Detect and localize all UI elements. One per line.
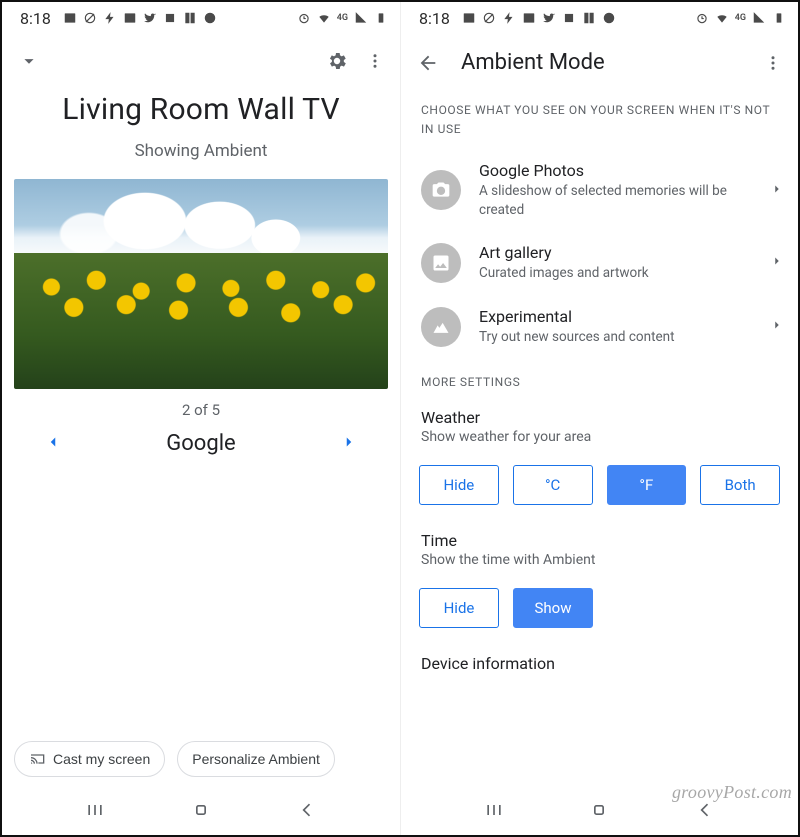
time-opt-show[interactable]: Show — [513, 588, 593, 628]
back-arrow-icon[interactable] — [417, 52, 439, 74]
wifi-icon — [715, 11, 729, 25]
android-nav-bar — [401, 789, 798, 835]
nav-home-button[interactable] — [191, 800, 211, 824]
image-icon — [63, 11, 77, 25]
mountain-icon — [421, 307, 461, 347]
signal-icon — [752, 11, 766, 25]
cast-icon — [29, 751, 45, 767]
weather-opt-both[interactable]: Both — [700, 465, 780, 505]
nav-recents-button[interactable] — [85, 800, 105, 824]
status-left-icons — [462, 11, 616, 25]
section-caption-choose: CHOOSE WHAT YOU SEE ON YOUR SCREEN WHEN … — [401, 87, 798, 149]
status-time: 8:18 — [20, 9, 51, 28]
app-bar — [2, 30, 400, 82]
collapse-chevron-icon[interactable] — [18, 50, 40, 72]
image-icon — [462, 11, 476, 25]
personalize-button-label: Personalize Ambient — [192, 751, 320, 767]
pager-next-button[interactable] — [340, 433, 358, 455]
time-subtitle: Show the time with Ambient — [421, 552, 778, 568]
device-information-heading[interactable]: Device information — [401, 638, 798, 677]
title-bar: Ambient Mode — [401, 30, 798, 87]
option-subtitle: A slideshow of selected memories will be… — [479, 182, 752, 218]
status-right-icons: 4G — [297, 11, 388, 25]
image-icon — [421, 243, 461, 283]
bolt-icon — [502, 11, 516, 25]
status-right-icons: 4G — [695, 11, 786, 25]
weather-setting: Weather Show weather for your area — [401, 402, 798, 453]
sync-off-icon — [83, 11, 97, 25]
option-title: Experimental — [479, 307, 752, 326]
nav-recents-button[interactable] — [484, 800, 504, 824]
device-subtitle: Showing Ambient — [2, 131, 400, 179]
screen-ambient-mode-settings: 8:18 4G — [400, 2, 798, 835]
chevron-right-icon — [770, 181, 784, 200]
option-subtitle: Try out new sources and content — [479, 328, 752, 346]
twitter-icon — [143, 11, 157, 25]
time-segmented-control: Hide Show — [401, 576, 611, 638]
status-time: 8:18 — [419, 9, 450, 28]
twitter-icon — [542, 11, 556, 25]
weather-opt-celsius[interactable]: °C — [513, 465, 593, 505]
4g-icon: 4G — [337, 13, 348, 23]
battery-icon — [374, 11, 388, 25]
pager-row: Google — [2, 425, 400, 462]
wifi-icon — [317, 11, 331, 25]
overflow-menu-icon[interactable] — [366, 52, 384, 70]
device-title: Living Room Wall TV — [2, 82, 400, 131]
section-caption-more: MORE SETTINGS — [401, 359, 798, 402]
android-nav-bar — [2, 789, 400, 835]
signal-icon — [354, 11, 368, 25]
option-title: Google Photos — [479, 161, 752, 180]
cast-screen-button[interactable]: Cast my screen — [14, 741, 165, 777]
weather-subtitle: Show weather for your area — [421, 429, 778, 445]
option-google-photos[interactable]: Google Photos A slideshow of selected me… — [401, 149, 798, 230]
weather-opt-hide[interactable]: Hide — [419, 465, 499, 505]
bolt-icon — [103, 11, 117, 25]
pager-prev-button[interactable] — [44, 433, 62, 455]
time-opt-hide[interactable]: Hide — [419, 588, 499, 628]
chevron-right-icon — [770, 317, 784, 336]
picture-icon — [522, 11, 536, 25]
weather-opt-fahrenheit[interactable]: °F — [607, 465, 687, 505]
time-title: Time — [421, 531, 778, 550]
weather-title: Weather — [421, 408, 778, 427]
dropbox-icon — [163, 11, 177, 25]
screen-device-control: 8:18 4G — [2, 2, 400, 835]
option-title: Art gallery — [479, 243, 752, 262]
book-icon — [183, 11, 197, 25]
book-icon — [582, 11, 596, 25]
chevron-right-icon — [770, 253, 784, 272]
pager-label: Google — [166, 431, 235, 456]
status-bar: 8:18 4G — [2, 2, 400, 30]
option-art-gallery[interactable]: Art gallery Curated images and artwork — [401, 231, 798, 295]
nav-back-button[interactable] — [297, 800, 317, 824]
battery-icon — [772, 11, 786, 25]
status-bar: 8:18 4G — [401, 2, 798, 30]
camera-icon — [421, 170, 461, 210]
alarm-icon — [297, 11, 311, 25]
weather-segmented-control: Hide °C °F Both — [401, 453, 798, 515]
status-left-icons — [63, 11, 217, 25]
settings-gear-icon[interactable] — [326, 50, 348, 72]
4g-icon: 4G — [735, 13, 746, 23]
pager-count: 2 of 5 — [2, 389, 400, 425]
bottom-actions: Cast my screen Personalize Ambient — [2, 741, 400, 789]
page-title: Ambient Mode — [461, 50, 742, 75]
disc-icon — [203, 11, 217, 25]
nav-back-button[interactable] — [695, 800, 715, 824]
option-subtitle: Curated images and artwork — [479, 264, 752, 282]
overflow-menu-icon[interactable] — [764, 54, 782, 72]
sync-off-icon — [482, 11, 496, 25]
alarm-icon — [695, 11, 709, 25]
ambient-preview-image[interactable] — [14, 179, 388, 389]
disc-icon — [602, 11, 616, 25]
picture-icon — [123, 11, 137, 25]
dropbox-icon — [562, 11, 576, 25]
time-setting: Time Show the time with Ambient — [401, 515, 798, 576]
option-experimental[interactable]: Experimental Try out new sources and con… — [401, 295, 798, 359]
personalize-ambient-button[interactable]: Personalize Ambient — [177, 741, 335, 777]
nav-home-button[interactable] — [589, 800, 609, 824]
cast-button-label: Cast my screen — [53, 751, 150, 767]
